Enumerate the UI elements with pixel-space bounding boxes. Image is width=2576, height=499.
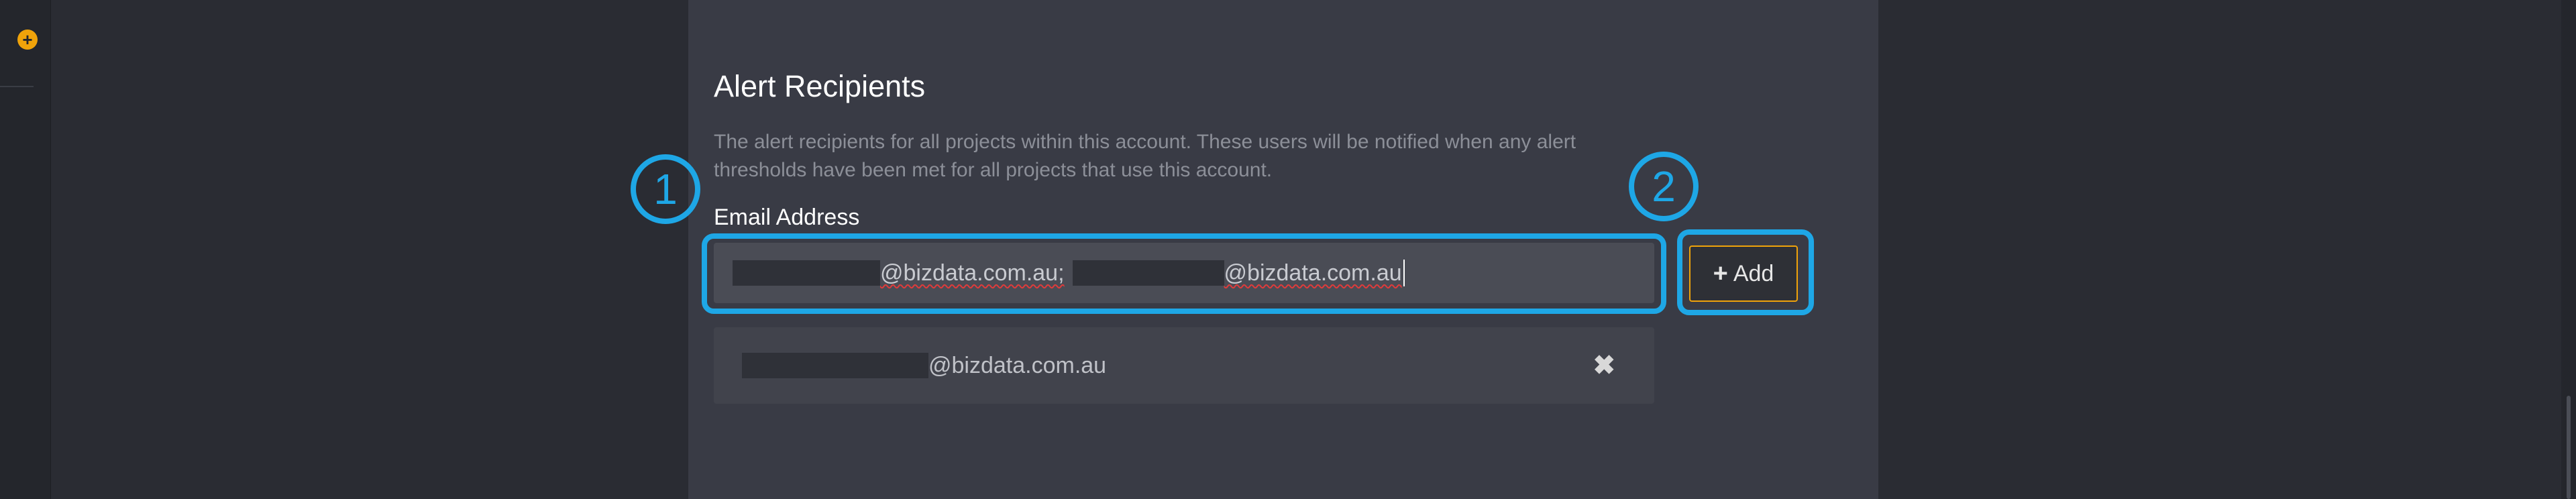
annotation-highlight-input [702,233,1666,314]
email-address-label: Email Address [714,205,860,230]
redacted-text [742,353,928,378]
recipient-list-item: @bizdata.com.au ✖ [714,327,1654,404]
annotation-marker-2: 2 [1629,152,1699,221]
scrollbar-thumb[interactable] [2567,396,2571,499]
add-icon[interactable]: + [17,30,38,50]
scrollbar[interactable] [2561,0,2576,499]
section-title: Alert Recipients [714,69,926,103]
recipient-email-domain: @bizdata.com.au [928,352,1107,378]
annotation-marker-1: 1 [631,154,700,224]
left-sidebar: + [0,0,51,499]
annotation-highlight-add [1677,229,1814,315]
section-description: The alert recipients for all projects wi… [714,131,1576,181]
remove-recipient-icon[interactable]: ✖ [1593,350,1615,381]
sidebar-divider [0,86,34,87]
